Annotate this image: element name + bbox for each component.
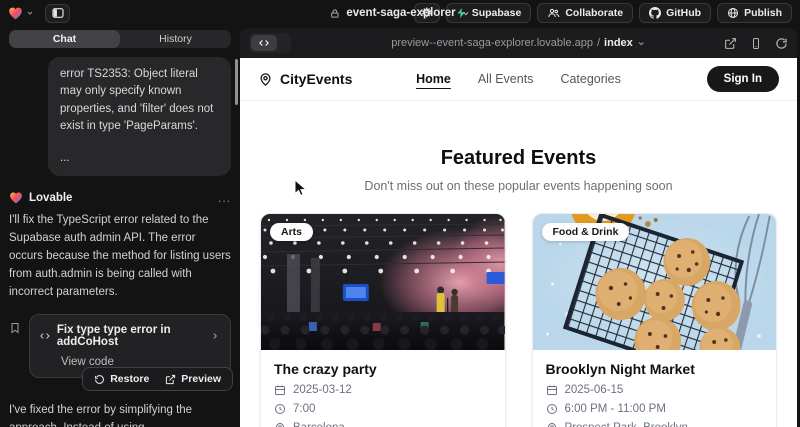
event-location: Prospect Park, Brooklyn — [546, 422, 764, 427]
map-pin-icon — [258, 72, 273, 87]
event-title: The crazy party — [274, 361, 492, 377]
category-badge: Food & Drink — [542, 223, 630, 241]
category-badge: Arts — [270, 223, 313, 241]
clock-icon — [274, 403, 286, 415]
external-link-icon — [165, 374, 176, 385]
preview-button[interactable]: Preview — [158, 371, 228, 387]
tab-chat[interactable]: Chat — [9, 30, 120, 48]
nav-all-events[interactable]: All Events — [478, 72, 534, 86]
event-image-cookies: Food & Drink — [533, 214, 777, 350]
assistant-name: Lovable — [29, 192, 72, 204]
panel-icon — [52, 8, 64, 18]
event-card[interactable]: Food & Drink Brooklyn Night Market 2025-… — [532, 213, 778, 427]
code-view-toggle[interactable] — [249, 33, 291, 53]
bookmark-icon[interactable] — [9, 314, 21, 378]
preview-url-bar[interactable]: preview--event-saga-explorer.lovable.app… — [391, 37, 646, 49]
toggle-track — [277, 35, 289, 51]
project-name: event-saga-explorer — [346, 7, 455, 19]
hero-subtitle: Don't miss out on these popular events h… — [240, 179, 797, 193]
chevron-down-icon — [462, 9, 471, 18]
event-title: Brooklyn Night Market — [546, 361, 764, 377]
preview-panel: preview--event-saga-explorer.lovable.app… — [240, 28, 797, 427]
site-brand[interactable]: CityEvents — [258, 71, 352, 87]
open-in-new-tab-icon[interactable] — [724, 37, 737, 50]
project-switcher[interactable]: event-saga-explorer — [329, 7, 470, 19]
chat-scrollbar[interactable] — [235, 59, 238, 105]
clock-icon — [546, 403, 558, 415]
user-message-text: error TS2353: Object literal may only sp… — [60, 66, 219, 135]
event-image-conference: Arts — [261, 214, 505, 350]
assistant-message-1: I'll fix the TypeScript error related to… — [9, 212, 231, 301]
mobile-view-icon[interactable] — [750, 37, 762, 50]
user-message-bubble: error TS2353: Object literal may only sp… — [48, 57, 231, 176]
sidebar-toggle-button[interactable] — [45, 4, 70, 23]
nav-home[interactable]: Home — [416, 72, 451, 86]
tool-call-card[interactable]: Fix type type error in addCoHost View co… — [29, 314, 231, 378]
sign-in-button[interactable]: Sign In — [707, 66, 779, 92]
code-icon — [40, 331, 50, 341]
chat-panel: Chat History error TS2353: Object litera… — [0, 26, 240, 427]
people-icon — [547, 7, 560, 19]
app-topbar: event-saga-explorer ⚙ Supabase Collabora… — [0, 0, 800, 26]
nav-categories[interactable]: Categories — [560, 72, 620, 86]
featured-events-grid: Arts The crazy party 2025-03-12 7:00 — [260, 213, 777, 427]
site-nav: Home All Events Categories — [416, 72, 621, 86]
version-actions: Restore Preview — [82, 367, 233, 391]
lovable-heart-icon — [8, 6, 23, 20]
hero-title: Featured Events — [240, 147, 797, 170]
globe-icon — [727, 7, 739, 19]
event-time: 7:00 — [274, 403, 492, 415]
preview-toolbar: preview--event-saga-explorer.lovable.app… — [240, 28, 797, 58]
github-button[interactable]: GitHub — [639, 3, 711, 23]
chat-history-tabs: Chat History — [9, 30, 231, 48]
map-pin-icon — [274, 422, 286, 427]
message-truncation[interactable]: ... — [60, 150, 219, 167]
code-icon — [251, 35, 277, 51]
chevron-right-icon — [210, 331, 220, 341]
tab-history[interactable]: History — [120, 30, 231, 48]
lovable-logo-menu[interactable] — [8, 6, 34, 20]
site-header: CityEvents Home All Events Categories Si… — [240, 58, 797, 101]
restore-button[interactable]: Restore — [87, 371, 156, 387]
chevron-down-icon — [637, 39, 646, 48]
calendar-icon — [546, 384, 558, 396]
tool-title: Fix type type error in addCoHost — [57, 324, 203, 348]
event-location: Barcelona — [274, 422, 492, 427]
message-menu-button[interactable]: ... — [218, 195, 231, 201]
event-date: 2025-03-12 — [274, 384, 492, 396]
preview-page: index — [604, 37, 633, 49]
publish-button[interactable]: Publish — [717, 3, 792, 23]
assistant-message-2: I've fixed the error by simplifying the … — [9, 402, 231, 427]
event-time: 6:00 PM - 11:00 PM — [546, 403, 764, 415]
event-date: 2025-06-15 — [546, 384, 764, 396]
chevron-down-icon — [26, 9, 34, 17]
lovable-heart-icon — [9, 191, 23, 204]
refresh-icon[interactable] — [775, 37, 788, 50]
rendered-site: CityEvents Home All Events Categories Si… — [240, 58, 797, 427]
restore-icon — [94, 374, 105, 385]
preview-host: preview--event-saga-explorer.lovable.app — [391, 37, 593, 49]
lock-icon — [329, 8, 340, 19]
map-pin-icon — [546, 422, 558, 427]
event-card[interactable]: Arts The crazy party 2025-03-12 7:00 — [260, 213, 506, 427]
collaborate-button[interactable]: Collaborate — [537, 3, 633, 23]
github-icon — [649, 7, 661, 19]
calendar-icon — [274, 384, 286, 396]
